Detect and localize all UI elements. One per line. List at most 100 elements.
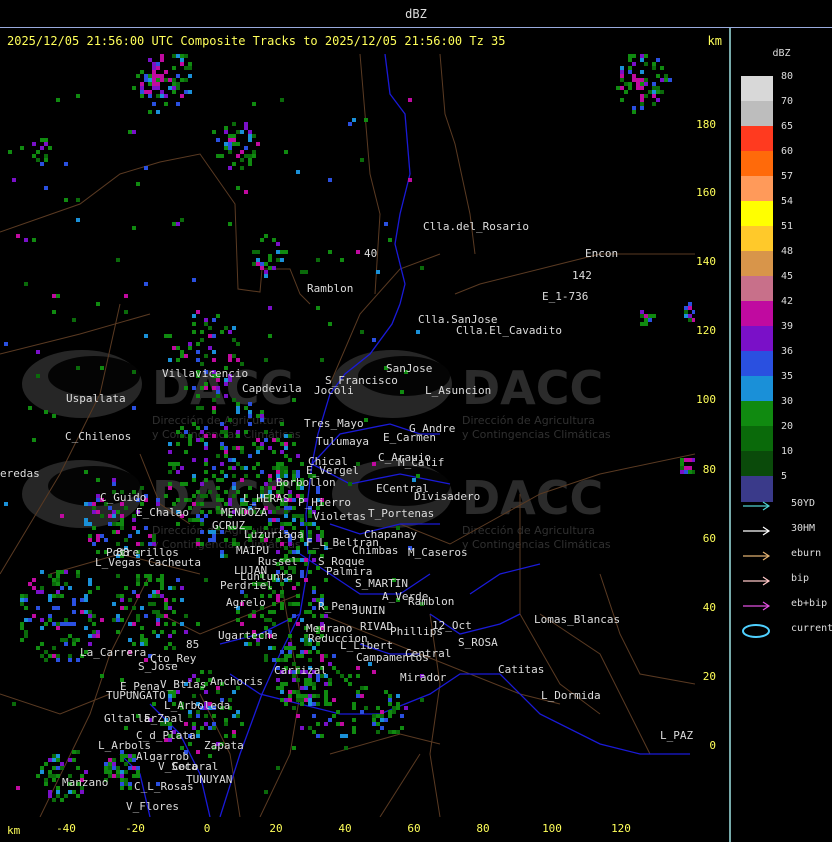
- echo-pixel: [644, 54, 648, 58]
- echo-pixel: [280, 658, 284, 662]
- place-label: C_Guido: [100, 491, 146, 504]
- echo-pixel: [304, 558, 308, 562]
- legend-scale-label: 39: [781, 321, 794, 332]
- echo-pixel: [44, 158, 48, 162]
- echo-pixel: [240, 150, 244, 154]
- echo-pixel: [272, 510, 276, 514]
- echo-pixel: [136, 74, 140, 78]
- echo-pixel: [240, 446, 244, 450]
- echo-pixel: [284, 250, 288, 254]
- echo-pixel: [276, 258, 280, 262]
- echo-pixel: [156, 622, 160, 626]
- echo-pixel: [252, 610, 256, 614]
- echo-pixel: [72, 750, 76, 754]
- echo-pixel: [68, 658, 72, 662]
- echo-pixel: [276, 470, 280, 474]
- legend-track-label: 50YD: [791, 498, 816, 509]
- echo-pixel: [132, 774, 136, 778]
- echo-pixel: [64, 622, 68, 626]
- legend-track-label: 30HM: [791, 523, 816, 534]
- echo-pixel: [168, 486, 172, 490]
- echo-pixel: [144, 574, 148, 578]
- echo-pixel: [152, 602, 156, 606]
- echo-pixel: [164, 598, 168, 602]
- radar-map-canvas[interactable]: DACCDirección de Agriculturay Contingenc…: [0, 54, 695, 817]
- echo-pixel: [256, 258, 260, 262]
- echo-pixel: [288, 542, 292, 546]
- echo-pixel: [140, 638, 144, 642]
- echo-pixel: [304, 694, 308, 698]
- echo-pixel: [224, 126, 228, 130]
- echo-pixel: [164, 602, 168, 606]
- echo-pixel: [36, 646, 40, 650]
- watermark-line1: Dirección de Agricultura: [152, 414, 285, 427]
- echo-pixel: [280, 98, 284, 102]
- echo-pixel: [88, 522, 92, 526]
- echo-pixel: [64, 638, 68, 642]
- echo-pixel: [136, 594, 140, 598]
- echo-pixel: [164, 646, 168, 650]
- echo-pixel: [212, 318, 216, 322]
- echo-pixel: [8, 150, 12, 154]
- echo-pixel: [416, 330, 420, 334]
- echo-pixel: [276, 686, 280, 690]
- echo-pixel: [160, 58, 164, 62]
- legend-scale-label: 51: [781, 221, 794, 232]
- road-line: [599, 573, 695, 685]
- echo-pixel: [24, 238, 28, 242]
- echo-pixel: [388, 714, 392, 718]
- echo-pixel: [248, 402, 252, 406]
- echo-pixel: [152, 102, 156, 106]
- legend-scale-label: 57: [781, 171, 794, 182]
- echo-pixel: [364, 686, 368, 690]
- echo-pixel: [192, 722, 196, 726]
- echo-pixel: [396, 706, 400, 710]
- echo-pixel: [184, 614, 188, 618]
- echo-pixel: [68, 790, 72, 794]
- echo-pixel: [156, 610, 160, 614]
- echo-pixel: [48, 618, 52, 622]
- echo-pixel: [180, 54, 184, 58]
- echo-pixel: [240, 158, 244, 162]
- echo-pixel: [284, 682, 288, 686]
- echo-pixel: [56, 98, 60, 102]
- echo-pixel: [88, 634, 92, 638]
- echo-pixel: [644, 94, 648, 98]
- echo-pixel: [644, 314, 648, 318]
- echo-pixel: [36, 150, 40, 154]
- echo-pixel: [280, 462, 284, 466]
- echo-pixel: [132, 86, 136, 90]
- x-tick-label: 60: [407, 822, 421, 835]
- echo-pixel: [312, 686, 316, 690]
- echo-pixel: [640, 314, 644, 318]
- y-tick-label: 140: [696, 255, 716, 268]
- watermark-line2: y Contingencias Climáticas: [462, 428, 611, 441]
- echo-pixel: [280, 258, 284, 262]
- road-line: [539, 613, 651, 755]
- echo-pixel: [384, 718, 388, 722]
- x-tick-label: 40: [338, 822, 352, 835]
- echo-pixel: [92, 634, 96, 638]
- echo-pixel: [312, 714, 316, 718]
- echo-pixel: [56, 594, 60, 598]
- echo-pixel: [264, 482, 268, 486]
- echo-pixel: [204, 458, 208, 462]
- echo-pixel: [40, 590, 44, 594]
- echo-pixel: [176, 442, 180, 446]
- echo-pixel: [220, 462, 224, 466]
- echo-pixel: [300, 570, 304, 574]
- echo-pixel: [176, 346, 180, 350]
- y-tick-label: 100: [696, 393, 716, 406]
- radar-map[interactable]: DACC Dirección de Agricultura y Contingenc…: [0, 54, 695, 817]
- echo-pixel: [108, 766, 112, 770]
- river-line: [499, 673, 690, 755]
- echo-pixel: [84, 626, 88, 630]
- echo-pixel: [144, 334, 148, 338]
- echo-pixel: [160, 90, 164, 94]
- echo-pixel: [56, 582, 60, 586]
- echo-pixel: [328, 250, 332, 254]
- echo-pixel: [212, 406, 216, 410]
- echo-pixel: [220, 550, 224, 554]
- echo-pixel: [168, 78, 172, 82]
- echo-pixel: [136, 614, 140, 618]
